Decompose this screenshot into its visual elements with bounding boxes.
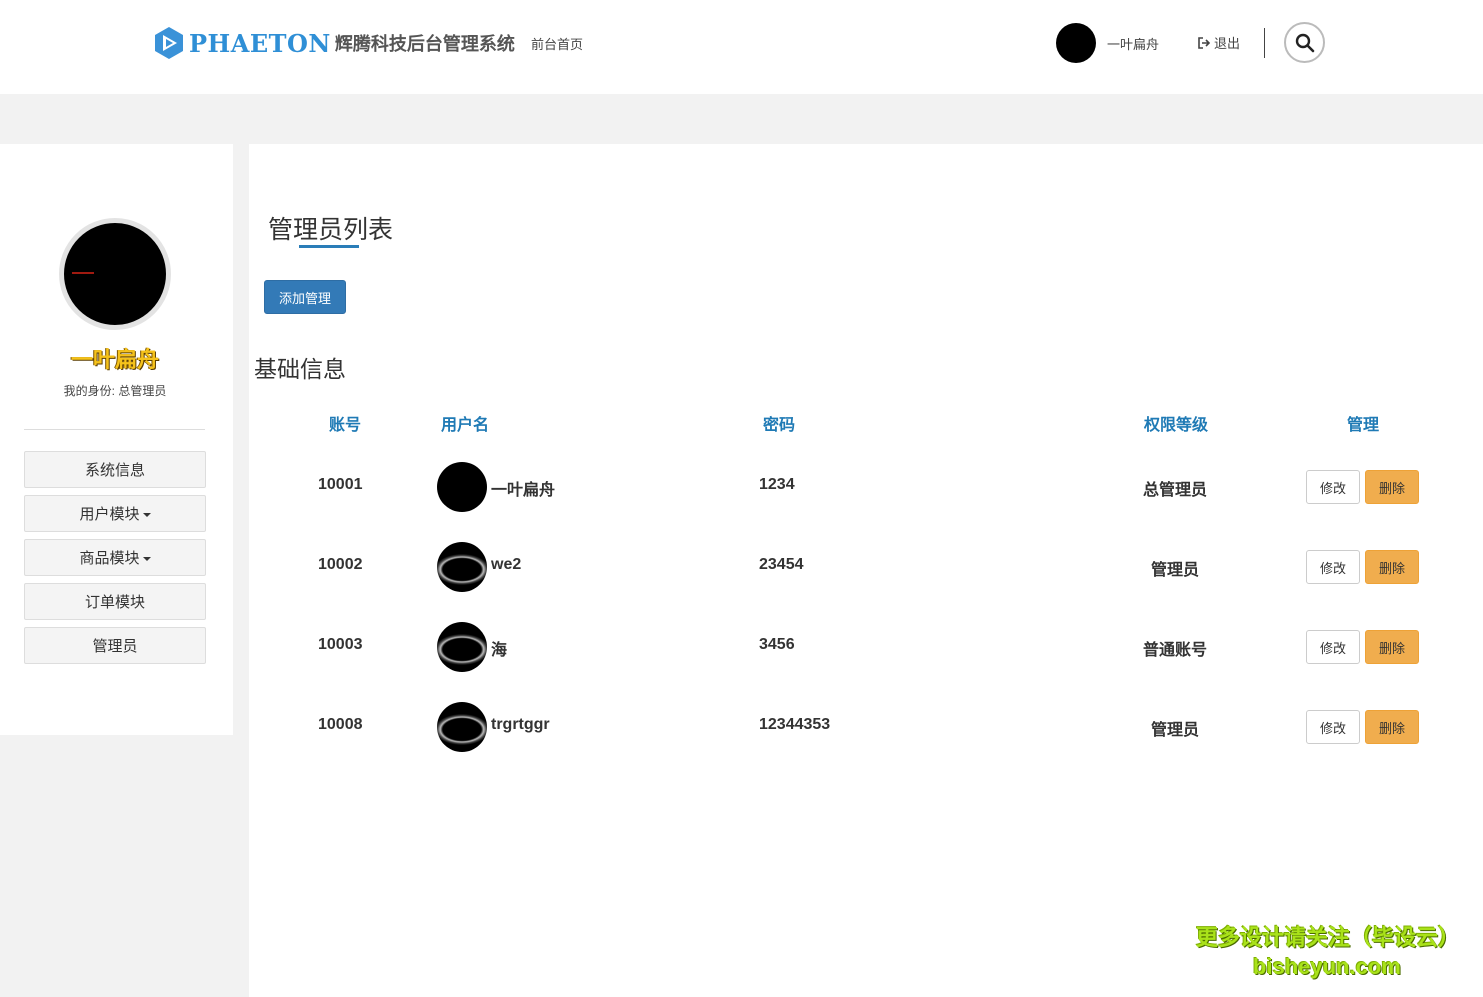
profile-name: 一叶扁舟	[70, 347, 159, 372]
watermark-line1: 更多设计请关注（毕设云）	[1196, 925, 1461, 950]
add-admin-button[interactable]: 添加管理	[264, 280, 346, 314]
logout-label: 退出	[1214, 36, 1241, 51]
user-avatar	[437, 462, 487, 512]
cell-password: 1234	[759, 476, 795, 493]
edit-button[interactable]: 修改	[1306, 470, 1360, 504]
cell-account: 10008	[318, 716, 363, 733]
header-avatar[interactable]	[1056, 23, 1096, 63]
edit-button[interactable]: 修改	[1306, 550, 1360, 584]
user-avatar	[437, 702, 487, 752]
column-header-manage: 管理	[1347, 417, 1380, 434]
nav-frontend-home[interactable]: 前台首页	[531, 34, 583, 53]
table-row: 10001 一叶扁舟 1234 总管理员 修改 删除	[249, 456, 1483, 516]
header-divider	[1264, 28, 1265, 58]
cell-level: 总管理员	[1143, 482, 1208, 499]
cell-password: 23454	[759, 556, 804, 573]
sidebar-divider	[24, 429, 205, 430]
sidebar-menu: 系统信息 用户模块 商品模块 订单模块 管理员	[24, 451, 206, 671]
delete-button[interactable]: 删除	[1365, 550, 1419, 584]
cell-username: 一叶扁舟	[491, 482, 556, 499]
cell-password: 3456	[759, 636, 795, 653]
sidebar-item-label: 订单模块	[84, 594, 145, 611]
sidebar-item-label: 商品模块	[79, 550, 140, 567]
system-title: 辉腾科技后台管理系统	[334, 34, 515, 54]
caret-down-icon	[142, 556, 151, 561]
sidebar-item-product-module[interactable]: 商品模块	[24, 539, 206, 576]
user-avatar	[437, 622, 487, 672]
cell-account: 10003	[318, 636, 363, 653]
delete-button[interactable]: 删除	[1365, 470, 1419, 504]
cell-level: 普通账号	[1143, 642, 1208, 659]
sidebar-item-label: 管理员	[92, 638, 138, 655]
watermark-line2: bisheyun.com	[1253, 954, 1401, 979]
logo-icon	[155, 27, 183, 59]
cell-password: 12344353	[759, 716, 831, 733]
user-avatar	[437, 542, 487, 592]
edit-button[interactable]: 修改	[1306, 630, 1360, 664]
search-button[interactable]	[1284, 22, 1325, 63]
cell-account: 10001	[318, 476, 363, 493]
profile-avatar	[59, 218, 171, 330]
table-row: 10008 trgrtggr 12344353 管理员 修改 删除	[249, 696, 1483, 756]
cell-account: 10002	[318, 556, 363, 573]
column-header-account: 账号	[329, 417, 362, 434]
logo-wordmark: PHAETON	[189, 28, 331, 58]
sidebar-item-label: 用户模块	[79, 506, 140, 523]
main-content: 管理员列表 添加管理 基础信息 账号 用户名 密码 权限等级 管理 10001 …	[249, 144, 1483, 997]
column-header-password: 密码	[763, 417, 796, 434]
logo[interactable]: PHAETON 辉腾科技后台管理系统	[152, 25, 515, 61]
sidebar-item-order-module[interactable]: 订单模块	[24, 583, 206, 620]
profile-role: 我的身份: 总管理员	[63, 384, 167, 398]
cell-username: trgrtggr	[491, 716, 550, 733]
sidebar-item-user-module[interactable]: 用户模块	[24, 495, 206, 532]
column-header-level: 权限等级	[1144, 417, 1209, 434]
cell-level: 管理员	[1151, 562, 1200, 579]
table-row: 10003 海 3456 普通账号 修改 删除	[249, 616, 1483, 676]
header-username[interactable]: 一叶扁舟	[1107, 34, 1159, 53]
caret-down-icon	[142, 512, 151, 517]
cell-level: 管理员	[1151, 722, 1200, 739]
sidebar-item-system-info[interactable]: 系统信息	[24, 451, 206, 488]
column-header-username: 用户名	[441, 417, 490, 434]
sidebar-item-label: 系统信息	[84, 462, 145, 479]
title-underline	[299, 245, 359, 248]
search-icon	[1295, 33, 1314, 52]
page-title: 管理员列表	[268, 216, 394, 244]
sidebar: 一叶扁舟 我的身份: 总管理员 系统信息 用户模块 商品模块 订单模块 管理员	[0, 144, 233, 735]
table-row: 10002 we2 23454 管理员 修改 删除	[249, 536, 1483, 596]
delete-button[interactable]: 删除	[1365, 710, 1419, 744]
logout-icon	[1198, 36, 1211, 49]
section-title: 基础信息	[254, 356, 346, 382]
edit-button[interactable]: 修改	[1306, 710, 1360, 744]
top-header: PHAETON 辉腾科技后台管理系统 前台首页 一叶扁舟 退出	[0, 0, 1483, 94]
watermark: 更多设计请关注（毕设云） bisheyun.com	[1196, 920, 1461, 980]
cell-username: we2	[491, 556, 522, 573]
sidebar-item-admin[interactable]: 管理员	[24, 627, 206, 664]
delete-button[interactable]: 删除	[1365, 630, 1419, 664]
cell-username: 海	[491, 642, 508, 659]
logout-link[interactable]: 退出	[1197, 33, 1240, 52]
